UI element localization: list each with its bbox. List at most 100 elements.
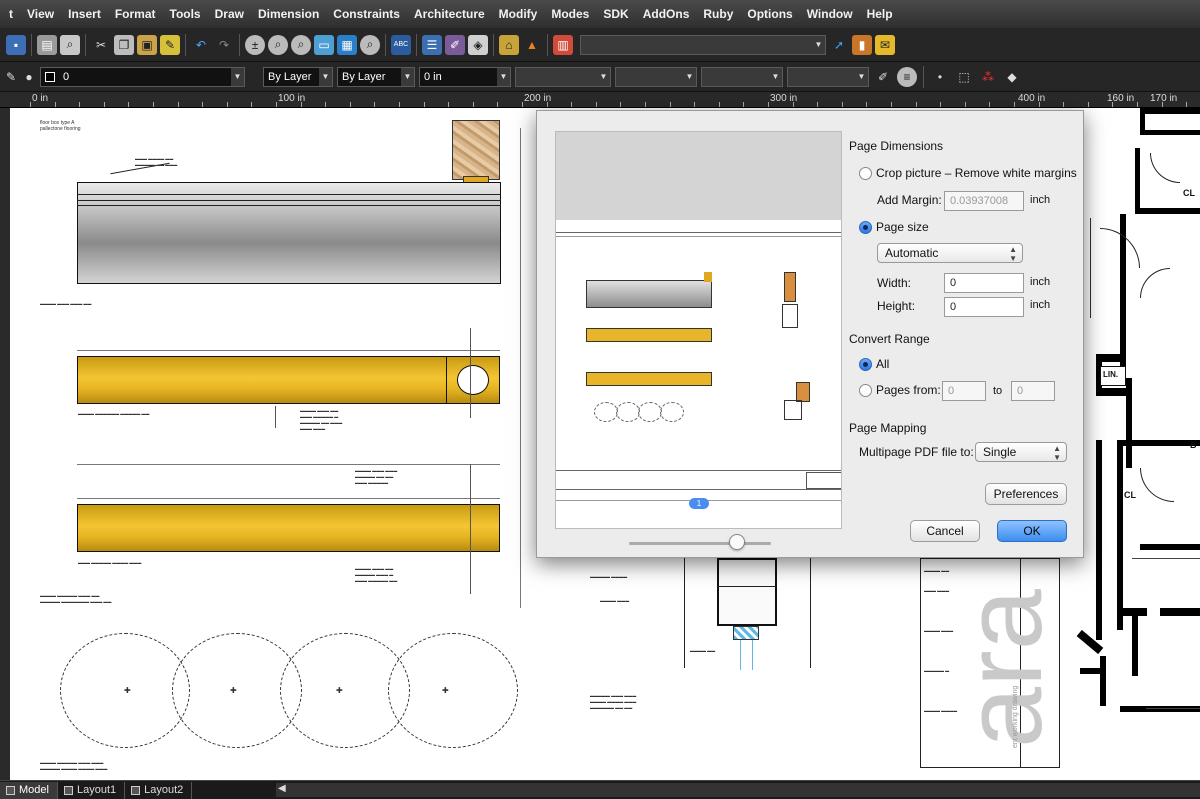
- view-manager-icon[interactable]: ▦: [337, 34, 357, 55]
- save-icon[interactable]: ▪: [6, 34, 26, 55]
- height-field[interactable]: 0: [944, 297, 1024, 317]
- ok-button[interactable]: OK: [997, 520, 1067, 542]
- redo-icon[interactable]: ↷: [214, 35, 234, 55]
- zoom-previous-icon[interactable]: ⌕: [291, 34, 311, 55]
- lightbulb-icon[interactable]: ●: [22, 67, 36, 87]
- wall-segment: [1117, 608, 1147, 616]
- menu-item-modify[interactable]: Modify: [492, 7, 545, 21]
- pages-from-field[interactable]: 0: [942, 381, 986, 401]
- menu-item-options[interactable]: Options: [740, 7, 799, 21]
- preview-page-number[interactable]: 1: [689, 498, 709, 509]
- cancel-button[interactable]: Cancel: [910, 520, 980, 542]
- width-field[interactable]: 0: [944, 273, 1024, 293]
- layer-stack-icon[interactable]: ≡: [897, 66, 917, 87]
- page-size-radio[interactable]: [859, 220, 872, 234]
- command-search-combo[interactable]: ▼: [580, 34, 826, 55]
- preview-zoom-slider-track[interactable]: [629, 542, 771, 545]
- menu-item-edit[interactable]: t: [2, 7, 20, 21]
- render-icon[interactable]: ▥: [553, 34, 573, 55]
- page-size-option[interactable]: Page size: [859, 220, 929, 234]
- point-icon[interactable]: •: [930, 67, 950, 87]
- crop-picture-radio[interactable]: [859, 166, 872, 180]
- crop-picture-option[interactable]: Crop picture – Remove white margins: [859, 166, 1077, 180]
- menu-item-tools[interactable]: Tools: [163, 7, 208, 21]
- open-folder-icon[interactable]: ⌂: [499, 34, 519, 55]
- menu-item-draw[interactable]: Draw: [208, 7, 251, 21]
- design-center-icon[interactable]: ◈: [468, 34, 488, 55]
- match-properties-icon[interactable]: ✎: [160, 34, 180, 55]
- lineweight-combo[interactable]: 0 in ▼: [419, 66, 511, 87]
- undo-icon[interactable]: ↶: [191, 35, 211, 55]
- text-style-combo[interactable]: ▼: [701, 66, 783, 87]
- help-pointer-icon[interactable]: ➚: [829, 35, 849, 55]
- print-preview-icon[interactable]: ⌕: [60, 34, 80, 55]
- pages-from-option[interactable]: Pages from:: [859, 383, 941, 397]
- pages-to-field[interactable]: 0: [1011, 381, 1055, 401]
- print-icon[interactable]: ▤: [37, 34, 57, 55]
- horizontal-scrollbar[interactable]: ◀: [276, 783, 1200, 797]
- mail-icon[interactable]: ✉: [875, 34, 895, 55]
- preferences-button[interactable]: Preferences: [985, 483, 1067, 505]
- menu-item-sdk[interactable]: SDK: [596, 7, 635, 21]
- linetype-combo[interactable]: By Layer ▼: [337, 66, 415, 87]
- menu-item-window[interactable]: Window: [800, 7, 860, 21]
- menu-item-help[interactable]: Help: [860, 7, 900, 21]
- annotation-text: ▬▬▬▬ ▬▬▬: [600, 598, 630, 603]
- wall-segment: [1135, 148, 1140, 214]
- tab-layout1[interactable]: Layout1: [58, 781, 126, 799]
- zoom-extents-icon[interactable]: ⌕: [360, 34, 380, 55]
- box-3d-icon[interactable]: ⬚: [954, 67, 974, 87]
- menu-item-constraints[interactable]: Constraints: [326, 7, 407, 21]
- ruler-tick: [79, 102, 80, 107]
- color-combo[interactable]: By Layer ▼: [263, 66, 333, 87]
- menu-item-insert[interactable]: Insert: [61, 7, 108, 21]
- menu-item-format[interactable]: Format: [108, 7, 163, 21]
- zoom-window-icon[interactable]: ⌕: [268, 34, 288, 55]
- dashed-circle-plan: [388, 633, 518, 748]
- ruler-tick: [1162, 102, 1163, 107]
- multipage-popup[interactable]: Single ▲ ▼: [975, 442, 1067, 462]
- pen-icon[interactable]: ✐: [873, 67, 893, 87]
- silver-floor-box-elevation: [77, 182, 501, 284]
- layer-combo[interactable]: 0 ▼: [40, 66, 245, 87]
- menu-item-addons[interactable]: AddOns: [636, 7, 697, 21]
- plot-style-combo[interactable]: ▼: [515, 66, 611, 87]
- grips-icon[interactable]: ⁂: [978, 67, 998, 87]
- menu-item-dimension[interactable]: Dimension: [251, 7, 326, 21]
- ruler-tick: [374, 102, 375, 107]
- scroll-left-icon[interactable]: ◀: [278, 783, 286, 794]
- tab-layout2[interactable]: Layout2: [125, 781, 193, 799]
- insert-block-icon[interactable]: ▲: [522, 35, 542, 55]
- annotation-text: ▬▬▬▬ ▬▬▬▬▬▬ ▬▬▬▬▬ ▬▬: [78, 411, 150, 416]
- layer-manager-icon[interactable]: ✐: [445, 34, 465, 55]
- transparency-combo[interactable]: ▼: [615, 66, 697, 87]
- all-pages-option[interactable]: All: [859, 357, 889, 371]
- pages-from-radio[interactable]: [859, 383, 872, 397]
- menu-item-modes[interactable]: Modes: [544, 7, 596, 21]
- annotation-text: ▬▬▬▬▬▬ ▬▬ ▬▬: [590, 705, 633, 710]
- preview-post: [784, 272, 796, 302]
- page-size-popup[interactable]: Automatic ▲ ▼: [877, 243, 1023, 263]
- copy-icon[interactable]: ❐: [114, 34, 134, 55]
- center-mark: ✚: [230, 686, 237, 695]
- toolbar-separator: [185, 33, 186, 56]
- dimension-style-combo[interactable]: ▼: [787, 66, 869, 87]
- zoom-realtime-icon[interactable]: ±: [245, 34, 265, 55]
- named-views-icon[interactable]: ▭: [314, 34, 334, 55]
- all-pages-radio[interactable]: [859, 357, 872, 371]
- properties-panel-icon[interactable]: ☰: [422, 34, 442, 55]
- paste-icon[interactable]: ▣: [137, 34, 157, 55]
- menu-item-ruby[interactable]: Ruby: [696, 7, 740, 21]
- add-margin-field[interactable]: 0.03937008: [944, 191, 1024, 211]
- book-icon[interactable]: ▮: [852, 34, 872, 55]
- eraser-icon[interactable]: ◆: [1002, 67, 1022, 87]
- menu-item-architecture[interactable]: Architecture: [407, 7, 492, 21]
- preview-zoom-slider-knob[interactable]: [729, 534, 745, 550]
- spell-check-icon[interactable]: ABC: [391, 34, 411, 55]
- menu-item-view[interactable]: View: [20, 7, 61, 21]
- chevron-down-icon: ▼: [812, 35, 825, 54]
- ruler-tick: [301, 102, 302, 107]
- layer-state-icon[interactable]: ✎: [4, 67, 18, 87]
- tab-model[interactable]: Model: [0, 781, 58, 799]
- cut-icon[interactable]: ✂: [91, 35, 111, 55]
